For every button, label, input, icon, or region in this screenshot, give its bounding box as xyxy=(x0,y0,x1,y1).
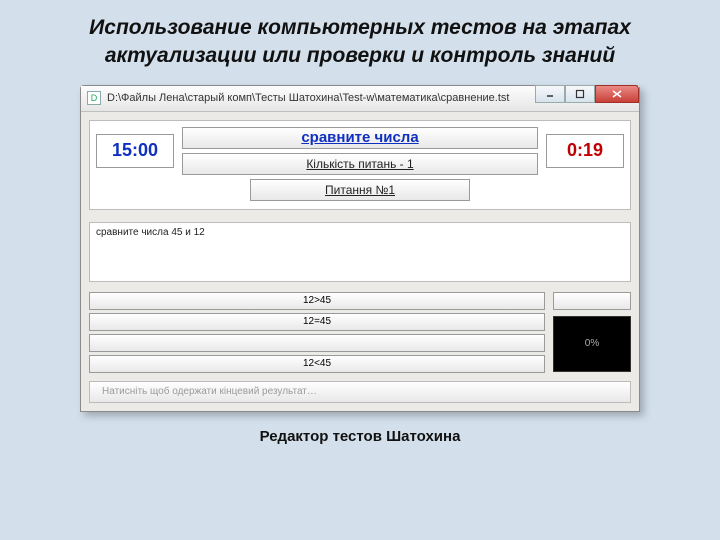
client-area: 15:00 сравните числа 0:19 Кількість пита… xyxy=(81,112,639,411)
finish-hint-button[interactable]: Натисніть щоб одержати кінцевий результа… xyxy=(89,381,631,403)
slide-caption: Редактор тестов Шатохина xyxy=(0,428,720,445)
question-text-area: сравните числа 45 и 12 xyxy=(89,222,631,282)
question-count-button[interactable]: Кількість питань - 1 xyxy=(182,153,538,175)
answer-option[interactable]: 12>45 xyxy=(89,292,545,310)
top-panel: 15:00 сравните числа 0:19 Кількість пита… xyxy=(89,120,631,210)
test-title-button[interactable]: сравните числа xyxy=(182,127,538,149)
side-small-button[interactable] xyxy=(553,292,631,310)
elapsed-time-box: 0:19 xyxy=(546,134,624,168)
window-title-path: D:\Файлы Лена\старый комп\Тесты Шатохина… xyxy=(107,92,509,104)
maximize-button[interactable] xyxy=(565,85,595,103)
answers-zone: 12>45 12=45 12<45 0% xyxy=(89,292,631,373)
app-window: D D:\Файлы Лена\старый комп\Тесты Шатохи… xyxy=(80,85,640,412)
close-button[interactable] xyxy=(595,85,639,103)
window-controls xyxy=(535,86,639,106)
answers-column: 12>45 12=45 12<45 xyxy=(89,292,545,373)
minimize-button[interactable] xyxy=(535,85,565,103)
time-limit-box: 15:00 xyxy=(96,134,174,168)
answer-option[interactable]: 12=45 xyxy=(89,313,545,331)
answer-option[interactable]: 12<45 xyxy=(89,355,545,373)
slide-title: Использование компьютерных тестов на эта… xyxy=(0,0,720,81)
current-question-button[interactable]: Питання №1 xyxy=(250,179,470,201)
answer-option[interactable] xyxy=(89,334,545,352)
progress-box: 0% xyxy=(553,316,631,372)
side-column: 0% xyxy=(553,292,631,373)
titlebar[interactable]: D D:\Файлы Лена\старый комп\Тесты Шатохи… xyxy=(81,86,639,112)
app-icon: D xyxy=(87,91,101,105)
